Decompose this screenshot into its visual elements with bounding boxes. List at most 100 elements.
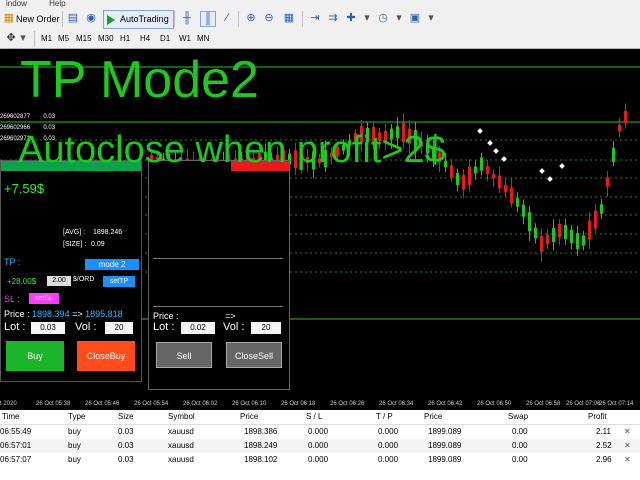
order-marker-icon bbox=[487, 140, 493, 146]
col-size[interactable]: Size bbox=[118, 410, 134, 424]
line-chart-icon[interactable]: ∕ bbox=[220, 11, 234, 25]
col-type[interactable]: Type bbox=[68, 410, 85, 424]
market-watch-icon[interactable]: ▤ bbox=[66, 11, 80, 25]
new-order-icon: ▦ bbox=[3, 12, 15, 24]
order-marker-icon bbox=[493, 148, 499, 154]
order-marker-icon bbox=[539, 168, 545, 174]
time-tick: 26 Oct 05:54 bbox=[134, 401, 169, 407]
sell-lot-input[interactable]: 0.02 bbox=[181, 322, 215, 334]
col-swap[interactable]: Swap bbox=[508, 410, 528, 424]
bar-chart-icon[interactable]: ╫ bbox=[180, 11, 194, 25]
timeframe-m15[interactable]: M15 bbox=[76, 31, 92, 47]
toolbar-divider bbox=[174, 11, 175, 27]
close-buy-button[interactable]: CloseBuy bbox=[77, 341, 135, 371]
candle-body bbox=[540, 236, 543, 252]
chevron-down-icon[interactable]: ▾ bbox=[16, 31, 30, 45]
size-label: [SIZE] : bbox=[63, 241, 87, 248]
zoom-in-icon[interactable]: ⊕ bbox=[244, 11, 258, 25]
col-symbol[interactable]: Symbol bbox=[168, 410, 195, 424]
indicators-icon[interactable]: ✚ bbox=[344, 11, 358, 25]
timeframe-m5[interactable]: M5 bbox=[58, 31, 69, 47]
time-tick: 26 Oct 07:06 bbox=[566, 401, 601, 407]
cell-swap: 0.00 bbox=[512, 427, 528, 436]
close-icon[interactable]: ✕ bbox=[624, 453, 631, 467]
lot-label: Lot : bbox=[4, 321, 26, 333]
cell-symbol: xauusd bbox=[168, 455, 194, 464]
cell-price: 1898.102 bbox=[244, 455, 278, 464]
chart-shift-icon[interactable]: ⇥ bbox=[308, 11, 322, 25]
autotrading-button[interactable]: AutoTrading bbox=[103, 10, 174, 29]
lot-input[interactable]: 0.03 bbox=[31, 322, 65, 334]
time-tick: 26 Oct 05:46 bbox=[85, 401, 120, 407]
chevron-down-icon[interactable]: ▾ bbox=[392, 11, 406, 25]
time-tick: 26 Oct 07:14 bbox=[599, 401, 634, 407]
tp-label: TP : bbox=[4, 257, 21, 267]
set-sl-button[interactable]: setSL bbox=[29, 293, 59, 304]
close-sell-button[interactable]: CloseSell bbox=[226, 342, 282, 368]
sell-panel: Price : => Lot : 0.02 Vol : 20 Sell Clos… bbox=[148, 160, 290, 390]
col-time[interactable]: Time bbox=[2, 410, 19, 424]
close-icon[interactable]: ✕ bbox=[624, 425, 631, 439]
tp-per-order-input[interactable]: 2.00 bbox=[47, 276, 71, 286]
candle-body bbox=[450, 165, 453, 178]
menu-window[interactable]: indow bbox=[6, 0, 27, 8]
buy-button[interactable]: Buy bbox=[6, 341, 64, 371]
time-tick: 26 Oct 06:42 bbox=[428, 401, 463, 407]
set-tp-button[interactable]: setTP bbox=[103, 276, 135, 287]
tp-amount: +28.00$ bbox=[7, 277, 37, 286]
sell-button[interactable]: Sell bbox=[156, 342, 212, 368]
candle-body bbox=[474, 166, 477, 174]
table-row[interactable]: 06:55:49 buy 0.03 xauusd 1898.386 0.000 … bbox=[0, 425, 640, 439]
price-arrow: => bbox=[72, 309, 83, 319]
cell-symbol: xauusd bbox=[168, 441, 194, 450]
timeframe-h1[interactable]: H1 bbox=[120, 31, 130, 47]
buy-price-line: Price : 1898.394 => 1895.818 bbox=[4, 309, 123, 319]
timeframe-m30[interactable]: M30 bbox=[98, 31, 114, 47]
col-price[interactable]: Price bbox=[240, 410, 258, 424]
candle-body bbox=[564, 225, 567, 239]
cell-price: 1898.386 bbox=[244, 427, 278, 436]
toolbar-divider bbox=[34, 31, 35, 47]
col-profit[interactable]: Profit bbox=[588, 410, 607, 424]
sell-price-arrow: => bbox=[225, 311, 236, 321]
candle-body bbox=[498, 175, 501, 189]
sell-price-label: Price : bbox=[153, 311, 179, 321]
candle-body bbox=[588, 220, 591, 240]
overlay-title: TP Mode2 bbox=[20, 51, 259, 109]
price-from: 1898.394 bbox=[32, 309, 70, 319]
col-sl[interactable]: S / L bbox=[306, 410, 322, 424]
timeframe-h4[interactable]: H4 bbox=[140, 31, 150, 47]
col-current-price[interactable]: Price bbox=[424, 410, 442, 424]
timeframe-d1[interactable]: D1 bbox=[160, 31, 170, 47]
cell-current-price: 1899.089 bbox=[428, 427, 462, 436]
sell-vol-input[interactable]: 20 bbox=[251, 322, 281, 334]
candlestick-icon[interactable]: ║ bbox=[200, 11, 216, 27]
table-header: Time Type Size Symbol Price S / L T / P … bbox=[0, 410, 640, 425]
avg-label: [AVG] : bbox=[63, 229, 86, 236]
chevron-down-icon[interactable]: ▾ bbox=[424, 11, 438, 25]
candle-body bbox=[492, 173, 495, 179]
table-row[interactable]: 06:57:01 buy 0.03 xauusd 1898.249 0.000 … bbox=[0, 439, 640, 453]
new-order-button[interactable]: New Order bbox=[16, 10, 60, 28]
navigator-icon[interactable]: ◉ bbox=[84, 11, 98, 25]
ticket-label: 269602877 0.03 bbox=[0, 114, 56, 120]
cell-size: 0.03 bbox=[118, 427, 134, 436]
chevron-down-icon[interactable]: ▾ bbox=[360, 11, 374, 25]
close-icon[interactable]: ✕ bbox=[624, 439, 631, 453]
timeframe-w1[interactable]: W1 bbox=[179, 31, 191, 47]
periods-icon[interactable]: ◷ bbox=[376, 11, 390, 25]
zoom-out-icon[interactable]: ⊖ bbox=[262, 11, 276, 25]
tp-mode-button[interactable]: mode 2 bbox=[85, 259, 139, 270]
templates-icon[interactable]: ▣ bbox=[408, 11, 422, 25]
menu-help[interactable]: Help bbox=[49, 0, 65, 8]
vol-input[interactable]: 20 bbox=[105, 322, 133, 334]
time-tick: 26 Oct 06:34 bbox=[379, 401, 414, 407]
tile-windows-icon[interactable]: ▦ bbox=[282, 11, 296, 25]
col-tp[interactable]: T / P bbox=[376, 410, 393, 424]
cell-type: buy bbox=[68, 427, 81, 436]
autoscroll-icon[interactable]: ⇉ bbox=[326, 11, 340, 25]
candle-body bbox=[552, 228, 555, 242]
table-row[interactable]: 06:57:07 buy 0.03 xauusd 1898.102 0.000 … bbox=[0, 453, 640, 467]
timeframe-mn[interactable]: MN bbox=[197, 31, 209, 47]
timeframe-m1[interactable]: M1 bbox=[41, 31, 52, 47]
